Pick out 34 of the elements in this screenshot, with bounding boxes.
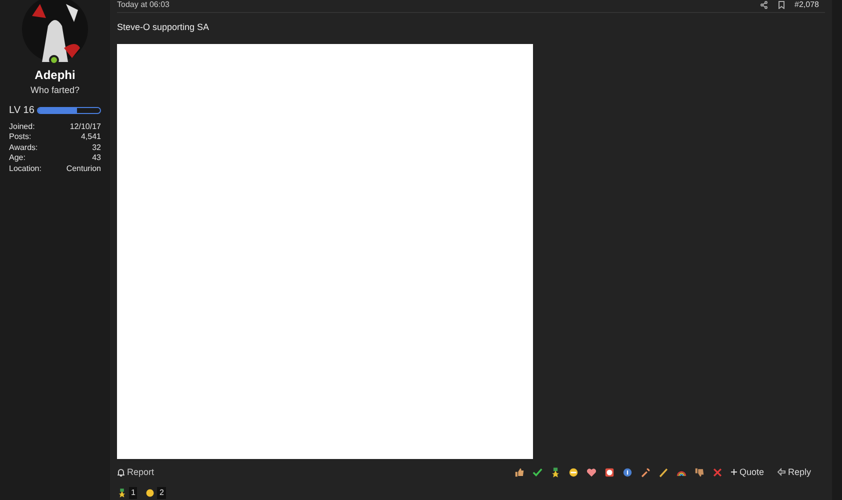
reply-arrow-icon [776,468,786,476]
stat-value: 43 [92,153,101,164]
level-label: LV 16 [9,104,34,118]
user-title: Who farted? [30,84,80,97]
thumbs-down-icon[interactable] [694,466,706,478]
star-medal-icon[interactable] [550,466,562,478]
cross-icon[interactable] [712,466,724,478]
stat-label: Location: [9,164,42,174]
quote-button[interactable]: Quote [731,466,764,479]
plus-icon [731,469,738,476]
reply-button[interactable]: Reply [776,466,811,479]
heart-icon[interactable] [586,466,598,478]
thumbs-up-icon[interactable] [514,466,526,478]
post-text: Steve-O supporting SA [117,21,210,34]
bell-icon [117,468,125,477]
stat-label: Age: [9,153,26,164]
username: Adephi [34,67,76,84]
stat-value: 4,541 [80,132,101,142]
share-icon[interactable] [760,0,768,8]
report-button[interactable]: Report [117,466,154,479]
bookmark-icon[interactable] [778,0,785,8]
stat-label: Posts: [9,132,32,142]
check-icon[interactable] [532,466,544,478]
rating-count: 1 [129,487,138,499]
stat-label: Awards: [9,142,38,153]
star-medal-icon [117,488,127,498]
stat-label: Joined: [9,122,35,132]
stat-value: 12/10/17 [70,122,101,132]
stat-value: Centurion [66,164,101,174]
info-icon[interactable] [622,466,634,478]
rating-count: 2 [157,487,166,499]
post-time[interactable]: Today at 06:03 [117,0,170,10]
stat-value: 32 [92,142,101,153]
post-number[interactable]: #2,078 [794,0,819,10]
